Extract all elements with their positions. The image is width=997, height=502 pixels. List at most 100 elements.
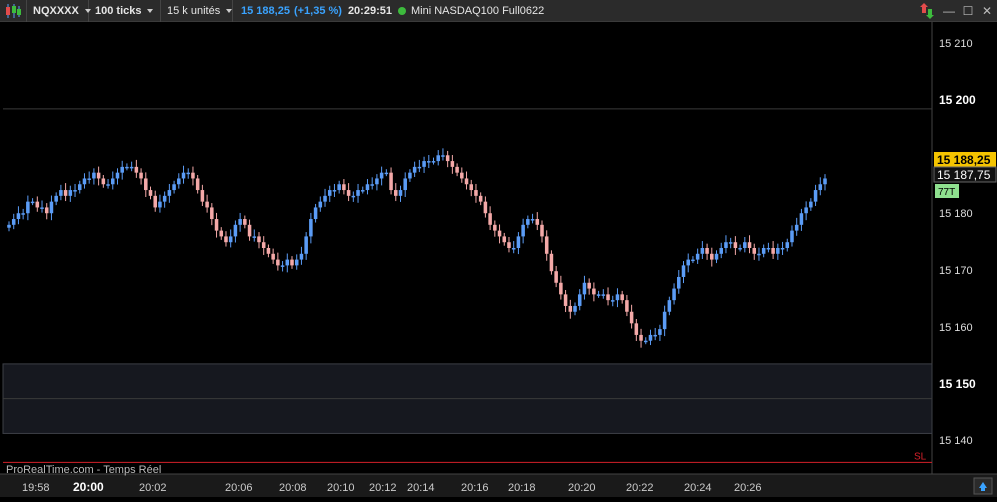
units-selector[interactable]: 15 k unités [161, 0, 233, 22]
candle-body [129, 166, 134, 169]
symbol-selector[interactable]: NQXXXX [27, 0, 91, 22]
close-icon[interactable]: ✕ [978, 0, 996, 22]
minimize-icon[interactable]: — [940, 0, 958, 22]
candles-icon[interactable] [0, 0, 27, 22]
candle-body [87, 178, 91, 180]
candle-body [125, 166, 129, 169]
candle-body [59, 190, 63, 196]
price-label: 15 200 [939, 93, 976, 107]
candle-body [653, 334, 657, 337]
candle-body [431, 161, 436, 163]
candle-body [111, 178, 115, 185]
candle-body [601, 294, 606, 296]
candle-body [497, 230, 502, 237]
candle-body [63, 190, 68, 196]
candle-body [327, 190, 332, 196]
candle-body [705, 248, 709, 254]
price-chart[interactable]: SL 15 210 15 200 15 180 15 170 15 160 15… [0, 22, 997, 497]
candle-body [455, 166, 459, 173]
chevron-down-icon [226, 8, 233, 13]
candle-body [563, 294, 568, 306]
candle-body [728, 242, 733, 244]
candle-body [780, 248, 785, 250]
scroll-up-icon[interactable] [973, 477, 993, 495]
time-label: 20:20 [568, 482, 596, 494]
chart-area[interactable]: SL 15 210 15 200 15 180 15 170 15 160 15… [0, 22, 997, 497]
candle-body [573, 305, 577, 312]
candle-body [686, 259, 690, 266]
top-toolbar: NQXXXX 100 ticks 15 k unités 15 188,25 (… [0, 0, 997, 22]
candle-body [469, 184, 474, 191]
candle-body [191, 172, 195, 179]
candle-body [691, 259, 695, 262]
candle-body [747, 242, 752, 248]
candle-body [648, 334, 653, 341]
stop-loss-label: SL [914, 451, 927, 462]
candle-body [592, 288, 596, 295]
candle-body [266, 248, 271, 254]
candle-body [16, 213, 21, 220]
candle-body [26, 201, 30, 214]
trade-arrows-icon[interactable] [918, 0, 936, 22]
chevron-down-icon [147, 8, 154, 13]
candle-body [106, 184, 110, 186]
candle-body [436, 155, 440, 162]
candle-body [210, 207, 214, 220]
interval-label: 100 ticks [95, 4, 142, 17]
candle-body [228, 236, 233, 243]
candle-body [167, 190, 172, 196]
candle-body [516, 236, 521, 248]
candle-body [474, 190, 478, 196]
candle-body [620, 294, 624, 301]
candle-body [162, 195, 167, 202]
candle-body [285, 259, 290, 266]
candle-body [526, 219, 530, 225]
candle-body [384, 172, 389, 175]
time-label: 20:18 [508, 482, 536, 494]
candle-body [615, 294, 620, 301]
candle-body [186, 172, 191, 175]
candle-body [483, 201, 488, 214]
candle-body [323, 195, 327, 202]
candle-body [809, 201, 813, 208]
time-label: 20:26 [734, 482, 762, 494]
candle-body [337, 184, 341, 191]
candle-body [776, 248, 780, 254]
maximize-icon[interactable]: ☐ [959, 0, 977, 22]
candle-body [153, 195, 157, 208]
price-label: 15 140 [939, 435, 973, 447]
candle-body [261, 242, 266, 248]
candle-body [766, 248, 771, 250]
candle-body [101, 178, 106, 185]
candle-body [521, 224, 525, 237]
candle-body [309, 219, 313, 237]
candle-body [205, 201, 209, 208]
candle-body [700, 248, 705, 254]
candle-body [375, 178, 379, 185]
candle-body [73, 190, 77, 192]
candle-body [342, 184, 346, 191]
price-label: 15 170 [939, 265, 973, 277]
candle-body [214, 219, 219, 231]
candle-body [643, 340, 648, 343]
candle-body [606, 294, 610, 301]
candle-body [441, 155, 445, 157]
candle-body [507, 242, 511, 248]
candle-body [417, 166, 422, 169]
candle-body [21, 213, 25, 215]
candle-body [177, 178, 181, 185]
interval-selector[interactable]: 100 ticks [89, 0, 161, 22]
candle-body [790, 230, 794, 243]
time-label: 20:22 [626, 482, 654, 494]
candle-body [502, 236, 507, 243]
clock-time: 20:29:51 [347, 4, 392, 17]
current-price-label: 15 188,25 [937, 153, 991, 167]
candle-body [714, 253, 719, 260]
candle-body [427, 161, 431, 163]
candle-body [710, 253, 714, 260]
candle-body [120, 166, 124, 173]
candle-body [535, 219, 540, 225]
candle-body [139, 172, 143, 179]
candle-body [672, 288, 676, 301]
price-label: 15 210 [939, 38, 973, 50]
